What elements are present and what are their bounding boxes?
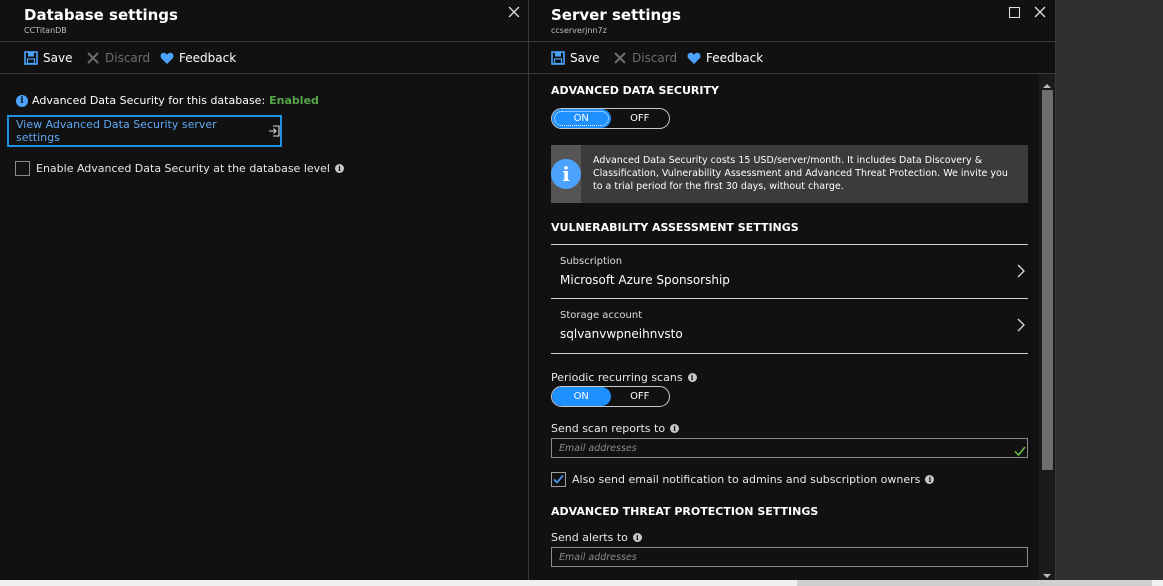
send-alerts-label-row: Send alerts to i	[551, 531, 642, 544]
view-server-settings-link[interactable]: View Advanced Data Security server setti…	[7, 115, 282, 147]
subscription-label: Subscription	[560, 256, 623, 267]
maximize-icon[interactable]	[1006, 6, 1022, 22]
server-settings-blade: Server settings ccserverjnn7z Save Disca…	[529, 0, 1056, 586]
info-icon: i	[551, 159, 581, 189]
feedback-button[interactable]: Feedback	[160, 50, 236, 66]
blade-subtitle: CCTitanDB	[24, 26, 67, 35]
info-icon[interactable]: i	[632, 533, 642, 542]
discard-icon	[86, 51, 100, 65]
save-icon	[24, 51, 38, 65]
blade-title: Database settings	[24, 6, 178, 24]
database-settings-blade: Database settings CCTitanDB Save Discard…	[0, 0, 529, 586]
discard-button[interactable]: Discard	[86, 50, 150, 66]
va-section-title: VULNERABILITY ASSESSMENT SETTINGS	[551, 221, 799, 234]
info-icon: i	[16, 94, 28, 107]
chevron-right-icon	[1016, 317, 1026, 332]
scroll-up-icon[interactable]	[1042, 76, 1052, 88]
info-icon[interactable]: i	[670, 424, 680, 433]
info-icon[interactable]: i	[334, 164, 344, 173]
ads-status: i Advanced Data Security for this databa…	[16, 94, 319, 107]
ads-section-title: ADVANCED DATA SECURITY	[551, 84, 719, 97]
info-icon[interactable]: i	[925, 475, 935, 484]
blade-header: Server settings ccserverjnn7z	[529, 0, 1055, 42]
save-label: Save	[43, 51, 73, 65]
info-box-icon-panel: i	[551, 145, 581, 203]
enable-ads-db-level: Enable Advanced Data Security at the dat…	[15, 161, 344, 176]
save-label: Save	[570, 51, 600, 65]
discard-label: Discard	[632, 51, 678, 65]
periodic-scans-label-row: Periodic recurring scans i	[551, 371, 697, 384]
feedback-button[interactable]: Feedback	[687, 50, 763, 66]
ads-toggle-off[interactable]: OFF	[611, 109, 670, 128]
ads-status-value: Enabled	[269, 94, 319, 107]
send-reports-label-row: Send scan reports to i	[551, 422, 680, 435]
periodic-toggle-off[interactable]: OFF	[611, 387, 670, 406]
toolbar: Save Discard Feedback	[0, 42, 528, 74]
send-reports-label: Send scan reports to	[551, 422, 666, 435]
feedback-label: Feedback	[706, 51, 764, 65]
vertical-scrollbar[interactable]	[1039, 74, 1055, 580]
discard-label: Discard	[105, 51, 151, 65]
discard-button[interactable]: Discard	[613, 50, 677, 66]
valid-check-icon	[1014, 442, 1026, 457]
chevron-right-icon	[1016, 263, 1026, 278]
save-icon	[551, 51, 565, 65]
blade-title: Server settings	[551, 6, 681, 24]
scrollbar-thumb[interactable]	[1042, 90, 1053, 470]
save-button[interactable]: Save	[551, 50, 599, 66]
periodic-toggle-on[interactable]: ON	[552, 387, 611, 406]
ads-toggle[interactable]: ON OFF	[551, 108, 670, 129]
scan-reports-email-input[interactable]	[551, 438, 1028, 458]
enable-ads-label: Enable Advanced Data Security at the dat…	[36, 162, 330, 175]
storage-account-selector[interactable]: Storage account sqlvanvwpneihnvsto	[551, 298, 1028, 353]
periodic-scans-label: Periodic recurring scans	[551, 371, 683, 384]
scroll-down-icon[interactable]	[1042, 566, 1052, 578]
blade-header: Database settings CCTitanDB	[0, 0, 528, 42]
heart-icon	[160, 51, 174, 65]
blade-subtitle: ccserverjnn7z	[551, 26, 607, 35]
heart-icon	[687, 51, 701, 65]
open-blade-icon	[268, 125, 280, 137]
also-send-checkbox[interactable]	[551, 472, 566, 487]
enable-ads-checkbox[interactable]	[15, 161, 30, 176]
subscription-selector[interactable]: Subscription Microsoft Azure Sponsorship	[551, 244, 1028, 299]
discard-icon	[613, 51, 627, 65]
also-send-row: Also send email notification to admins a…	[551, 472, 935, 487]
ads-status-label: Advanced Data Security for this database…	[32, 94, 266, 107]
alerts-email-input[interactable]	[551, 547, 1028, 567]
horizontal-scrollbar-thumb[interactable]	[797, 580, 1152, 586]
close-icon[interactable]	[506, 6, 522, 22]
close-icon[interactable]	[1032, 6, 1048, 22]
storage-account-label: Storage account	[560, 310, 643, 321]
feedback-label: Feedback	[179, 51, 237, 65]
save-button[interactable]: Save	[24, 50, 72, 66]
pricing-info-text: Advanced Data Security costs 15 USD/serv…	[593, 155, 1008, 192]
periodic-scans-toggle[interactable]: ON OFF	[551, 386, 670, 407]
divider	[551, 353, 1028, 354]
info-icon[interactable]: i	[687, 373, 697, 382]
background-overlay	[1056, 0, 1163, 586]
view-server-settings-label: View Advanced Data Security server setti…	[16, 118, 217, 144]
also-send-label: Also send email notification to admins a…	[572, 473, 921, 486]
subscription-value: Microsoft Azure Sponsorship	[560, 273, 730, 287]
toolbar: Save Discard Feedback	[529, 42, 1055, 74]
atp-section-title: ADVANCED THREAT PROTECTION SETTINGS	[551, 505, 819, 518]
send-alerts-label: Send alerts to	[551, 531, 628, 544]
storage-account-value: sqlvanvwpneihnvsto	[560, 327, 683, 341]
ads-toggle-on[interactable]: ON	[552, 109, 611, 128]
pricing-info-box: i Advanced Data Security costs 15 USD/se…	[551, 145, 1028, 203]
